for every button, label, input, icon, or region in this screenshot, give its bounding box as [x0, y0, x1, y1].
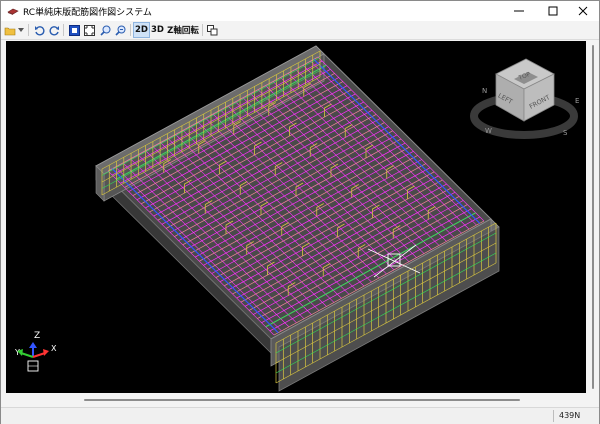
app-window: RC単純床版配筋図作図システム 2D 3D Z軸回転 N E S W TOP L… [0, 0, 600, 424]
z-rotate-button[interactable]: Z軸回転 [166, 23, 200, 37]
close-button[interactable] [567, 1, 599, 21]
window-title: RC単純床版配筋図作図システム [23, 8, 152, 18]
redo-icon [48, 25, 59, 36]
undo-icon [34, 25, 45, 36]
axis-triad: Z Y X [14, 331, 57, 372]
vertical-scrollbar[interactable] [587, 41, 599, 393]
open-folder-button[interactable] [4, 23, 16, 37]
zoom-out-button[interactable] [113, 23, 127, 37]
redo-button[interactable] [47, 23, 61, 37]
select-frame-button[interactable] [67, 23, 81, 37]
copy-view-button[interactable] [205, 23, 219, 37]
compass-label-n: N [482, 87, 487, 95]
view-2d-button[interactable]: 2D [133, 22, 150, 38]
minimize-icon [514, 10, 524, 12]
zoom-in-icon [99, 25, 110, 36]
close-icon [578, 6, 588, 16]
maximize-button[interactable] [537, 1, 569, 21]
horizontal-scroll-thumb[interactable] [84, 399, 520, 401]
model-viewport[interactable]: N E S W TOP LEFT FRONT Z Y X [6, 41, 586, 393]
vertical-scroll-thumb[interactable] [592, 45, 594, 389]
folder-icon [4, 27, 16, 35]
minimize-button[interactable] [503, 1, 535, 21]
slab-3d-view: N E S W TOP LEFT FRONT Z Y X [14, 45, 579, 392]
zoom-in-button[interactable] [98, 23, 112, 37]
compass-label-s: S [563, 129, 568, 137]
fit-all-icon [83, 24, 95, 36]
toolbar-separator [202, 24, 203, 36]
copy-icon [206, 24, 217, 35]
fit-all-button[interactable] [82, 23, 96, 37]
frame-select-icon [68, 24, 80, 36]
horizontal-scrollbar[interactable] [6, 394, 586, 406]
folder-dropdown-button[interactable] [17, 23, 25, 37]
status-divider [553, 410, 554, 422]
toolbar-separator [28, 24, 29, 36]
status-bar: 439N [1, 407, 599, 424]
zoom-out-icon [114, 25, 125, 36]
view-cube[interactable]: N E S W TOP LEFT FRONT [470, 58, 579, 139]
maximize-icon [548, 6, 558, 16]
compass-label-w: W [485, 127, 492, 135]
axis-label-x: X [51, 344, 57, 353]
compass-label-e: E [575, 97, 579, 105]
toolbar: 2D 3D Z軸回転 [1, 21, 599, 40]
axis-label-z: Z [34, 331, 40, 341]
title-bar: RC単純床版配筋図作図システム [1, 1, 599, 21]
app-icon [7, 8, 19, 15]
toolbar-separator [63, 24, 64, 36]
chevron-down-icon [18, 28, 24, 32]
status-text: 439N [559, 411, 581, 420]
view-3d-button[interactable]: 3D [151, 23, 164, 37]
toolbar-separator [130, 24, 131, 36]
undo-button[interactable] [32, 23, 46, 37]
